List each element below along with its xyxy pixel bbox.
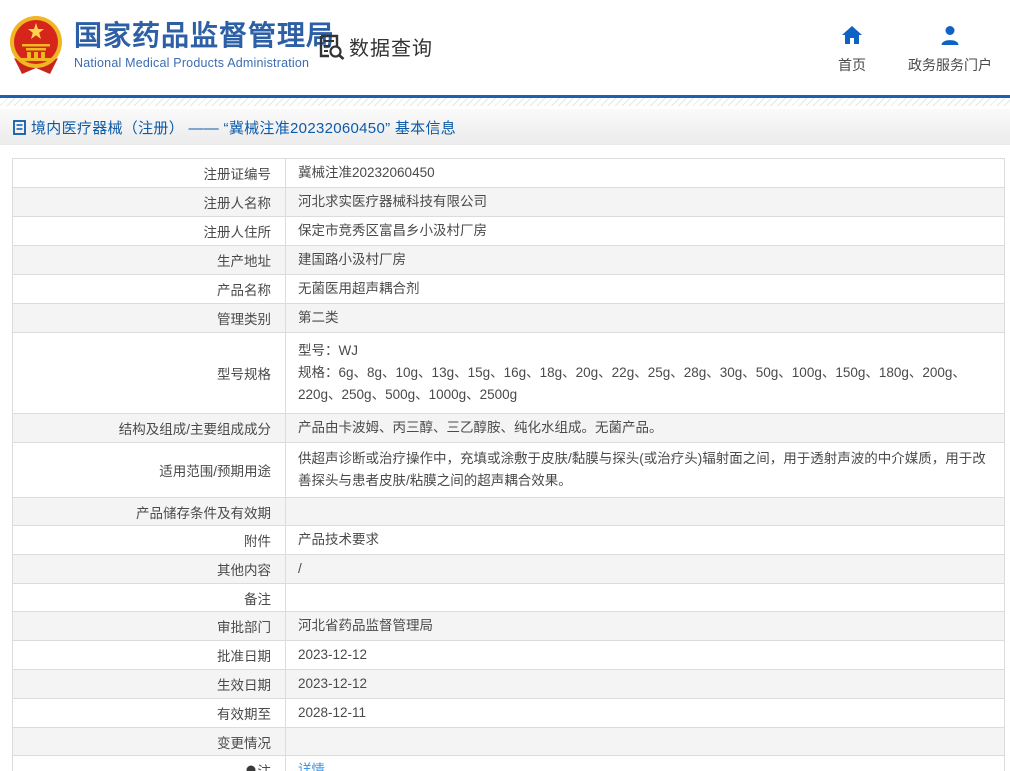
row-value: 型号：WJ 规格：6g、8g、10g、13g、15g、16g、18g、20g、2… <box>285 332 1005 414</box>
table-row: 产品储存条件及有效期 <box>12 497 1005 526</box>
table-row: 适用范围/预期用途 供超声诊断或治疗操作中，充填或涂敷于皮肤/黏膜与探头(或治疗… <box>12 442 1005 498</box>
breadcrumb-text: 境内医疗器械（注册） —— “冀械注准20232060450” 基本信息 <box>31 119 457 137</box>
row-value: / <box>285 554 1005 584</box>
model-line: 型号：WJ <box>298 343 358 358</box>
row-label: 注册证编号 <box>12 158 286 188</box>
row-value: 无菌医用超声耦合剂 <box>285 274 1005 304</box>
breadcrumb: 境内医疗器械（注册） —— “冀械注准20232060450” 基本信息 <box>0 109 1010 145</box>
table-row: 审批部门 河北省药品监督管理局 <box>12 611 1005 641</box>
row-label: 结构及组成/主要组成成分 <box>12 413 286 443</box>
table-row: 注册证编号 冀械注准20232060450 <box>12 158 1005 188</box>
user-icon <box>941 26 959 45</box>
row-label: 型号规格 <box>12 332 286 414</box>
row-value: 产品由卡波姆、丙三醇、三乙醇胺、纯化水组成。无菌产品。 <box>285 413 1005 443</box>
detail-link[interactable]: 详情 <box>298 762 325 771</box>
row-label: 注册人名称 <box>12 187 286 217</box>
row-label: 注册人住所 <box>12 216 286 246</box>
table-row: 变更情况 <box>12 727 1005 756</box>
row-label: 生效日期 <box>12 669 286 699</box>
row-value: 冀械注准20232060450 <box>285 158 1005 188</box>
row-label: 生产地址 <box>12 245 286 275</box>
registration-info-table: 注册证编号 冀械注准20232060450 注册人名称 河北求实医疗器械科技有限… <box>12 158 1005 771</box>
row-label: 备注 <box>12 583 286 612</box>
table-row: 注 详情 <box>12 755 1005 771</box>
national-emblem-icon <box>10 16 62 74</box>
row-label: 产品名称 <box>12 274 286 304</box>
note-icon <box>246 765 255 771</box>
row-label: 产品储存条件及有效期 <box>12 497 286 526</box>
row-value: 保定市竞秀区富昌乡小汲村厂房 <box>285 216 1005 246</box>
row-label: 变更情况 <box>12 727 286 756</box>
nav-home-label: 首页 <box>838 57 866 73</box>
home-icon <box>842 26 862 44</box>
hatch-stripe-band <box>0 98 1010 106</box>
nav-gov-portal-label: 政务服务门户 <box>908 57 992 73</box>
document-search-icon <box>319 34 345 60</box>
row-label: 注 <box>12 755 286 771</box>
table-row: 生效日期 2023-12-12 <box>12 669 1005 699</box>
row-value: 供超声诊断或治疗操作中，充填或涂敷于皮肤/黏膜与探头(或治疗头)辐射面之间，用于… <box>285 442 1005 498</box>
row-value: 河北省药品监督管理局 <box>285 611 1005 641</box>
table-row: 结构及组成/主要组成成分 产品由卡波姆、丙三醇、三乙醇胺、纯化水组成。无菌产品。 <box>12 413 1005 443</box>
row-label: 附件 <box>12 525 286 555</box>
table-row: 有效期至 2028-12-11 <box>12 698 1005 728</box>
table-row: 批准日期 2023-12-12 <box>12 640 1005 670</box>
row-label: 管理类别 <box>12 303 286 333</box>
row-label: 有效期至 <box>12 698 286 728</box>
table-row: 注册人名称 河北求实医疗器械科技有限公司 <box>12 187 1005 217</box>
row-label: 批准日期 <box>12 640 286 670</box>
table-row: 生产地址 建国路小汲村厂房 <box>12 245 1005 275</box>
row-value: 第二类 <box>285 303 1005 333</box>
row-label: 审批部门 <box>12 611 286 641</box>
row-value: 河北求实医疗器械科技有限公司 <box>285 187 1005 217</box>
row-value: 产品技术要求 <box>285 525 1005 555</box>
row-value: 2028-12-11 <box>285 698 1005 728</box>
org-name-cn: 国家药品监督管理局 <box>74 20 336 51</box>
org-name-en: National Medical Products Administration <box>74 56 310 70</box>
row-value <box>285 583 1005 612</box>
page-header: 国家药品监督管理局 National Medical Products Admi… <box>0 0 1010 95</box>
row-value: 建国路小汲村厂房 <box>285 245 1005 275</box>
nav-home[interactable]: 首页 <box>838 24 866 75</box>
data-query-title: 数据查询 <box>318 32 433 61</box>
row-value: 2023-12-12 <box>285 669 1005 699</box>
row-label: 适用范围/预期用途 <box>12 442 286 498</box>
data-query-label: 数据查询 <box>349 38 433 60</box>
table-row: 管理类别 第二类 <box>12 303 1005 333</box>
top-nav: 首页 政务服务门户 <box>838 24 992 75</box>
row-label: 其他内容 <box>12 554 286 584</box>
row-value <box>285 497 1005 526</box>
nav-gov-portal[interactable]: 政务服务门户 <box>908 24 992 75</box>
table-row: 附件 产品技术要求 <box>12 525 1005 555</box>
table-row: 其他内容 / <box>12 554 1005 584</box>
table-row: 注册人住所 保定市竞秀区富昌乡小汲村厂房 <box>12 216 1005 246</box>
row-value: 详情 <box>285 755 1005 771</box>
table-row: 产品名称 无菌医用超声耦合剂 <box>12 274 1005 304</box>
row-value: 2023-12-12 <box>285 640 1005 670</box>
table-row: 型号规格 型号：WJ 规格：6g、8g、10g、13g、15g、16g、18g、… <box>12 332 1005 414</box>
list-document-icon <box>13 119 26 135</box>
row-value <box>285 727 1005 756</box>
spec-line: 规格：6g、8g、10g、13g、15g、16g、18g、20g、22g、25g… <box>298 365 966 402</box>
table-row: 备注 <box>12 583 1005 612</box>
org-title-block: 国家药品监督管理局 National Medical Products Admi… <box>74 20 335 70</box>
